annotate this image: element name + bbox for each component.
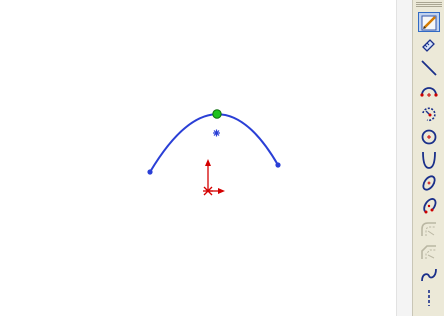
sketch-chamfer-button[interactable]	[418, 242, 440, 262]
circle-icon	[421, 129, 437, 145]
line-icon	[421, 60, 437, 76]
centerpoint-arc-button[interactable]	[418, 81, 440, 101]
ellipse-icon	[422, 175, 436, 191]
ellipse-button[interactable]	[418, 173, 440, 193]
sketch-chamfer-icon	[421, 245, 436, 259]
toolbar-grip[interactable]	[416, 2, 442, 3]
sketch-fillet-icon	[421, 222, 436, 236]
parabola-icon	[422, 151, 436, 169]
sketch-canvas[interactable]	[0, 0, 396, 316]
parabola-start-point[interactable]	[147, 169, 153, 175]
sketch-button[interactable]	[418, 12, 440, 32]
origin-icon	[203, 159, 225, 196]
parabola-button[interactable]	[418, 150, 440, 170]
panel-divider[interactable]	[396, 0, 412, 316]
spline-button[interactable]	[418, 265, 440, 285]
parabola-curve[interactable]	[149, 113, 279, 173]
circle-button[interactable]	[418, 127, 440, 147]
centerline-button[interactable]	[418, 288, 440, 308]
partial-ellipse-icon	[423, 198, 437, 214]
parabola-end-point[interactable]	[275, 162, 281, 168]
line-button[interactable]	[418, 58, 440, 78]
sketch-toolbar	[412, 0, 444, 316]
sketch-pencil-icon	[421, 15, 437, 31]
sketch-graphics	[147, 109, 281, 196]
dimension-icon	[422, 39, 435, 52]
centerline-icon	[428, 290, 430, 306]
parabola-apex-point[interactable]	[212, 109, 222, 119]
parabola-focus-point[interactable]	[213, 129, 220, 137]
smart-dimension-button[interactable]	[418, 35, 440, 55]
centerpoint-arc-icon	[420, 87, 438, 97]
spline-icon	[421, 268, 437, 282]
partial-ellipse-button[interactable]	[418, 196, 440, 216]
tangent-arc-button[interactable]	[418, 104, 440, 124]
sketch-fillet-button[interactable]	[418, 219, 440, 239]
tangent-arc-icon	[422, 107, 436, 122]
